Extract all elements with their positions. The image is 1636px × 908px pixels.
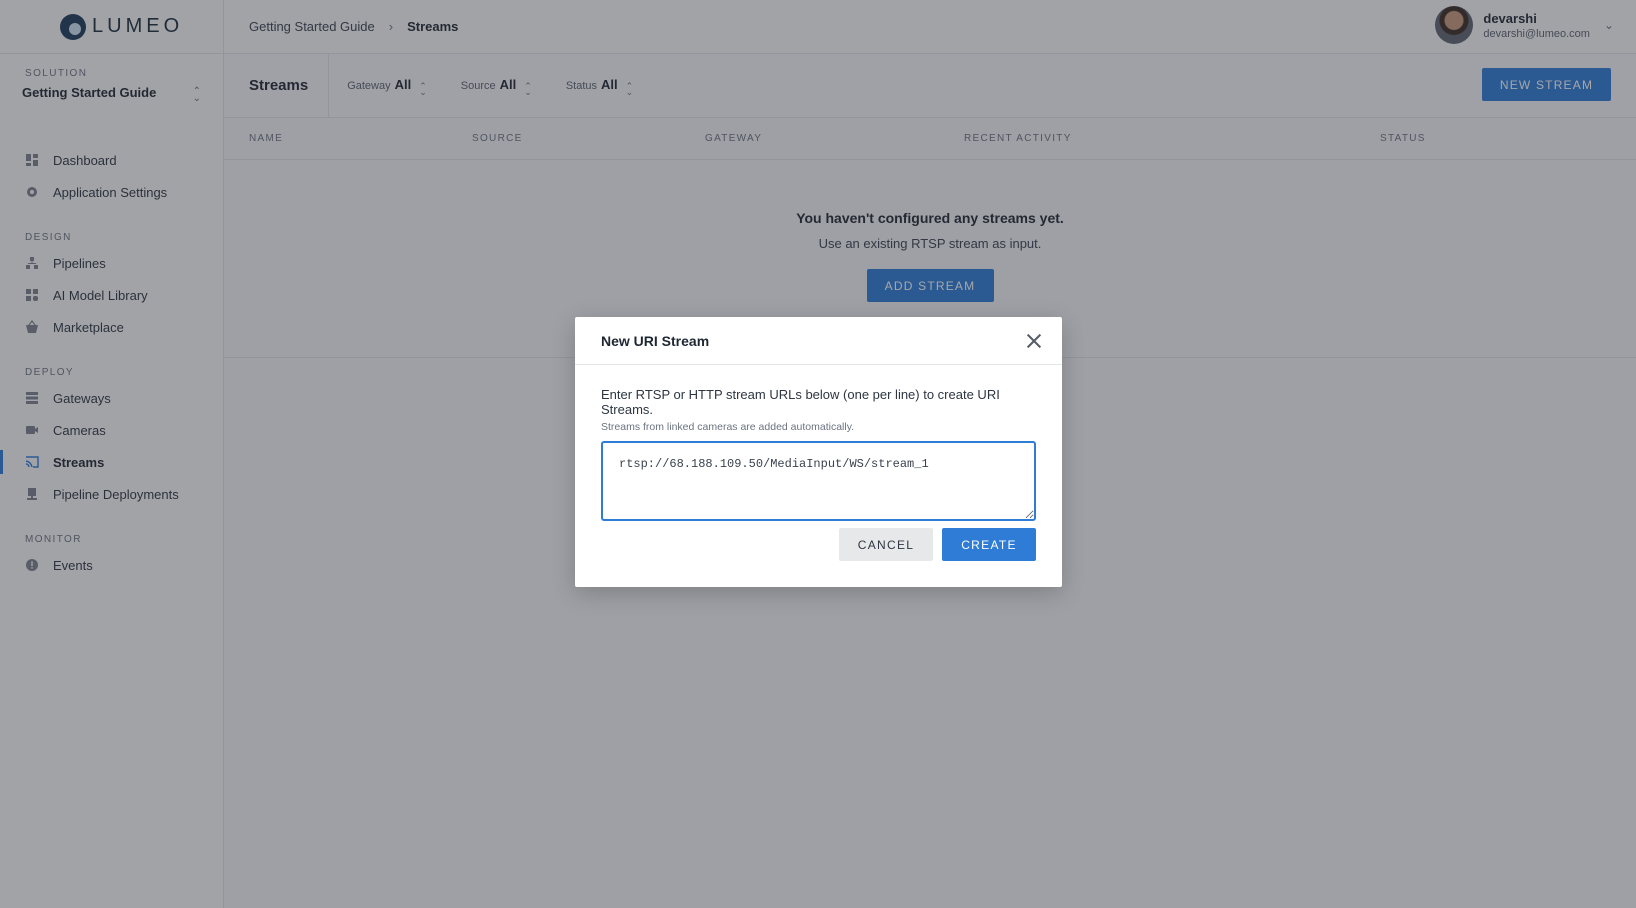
dialog-actions: CANCEL CREATE <box>839 528 1036 561</box>
close-icon[interactable] <box>1024 331 1044 351</box>
uri-input[interactable]: rtsp://68.188.109.50/MediaInput/WS/strea… <box>601 441 1036 521</box>
dialog-description: Enter RTSP or HTTP stream URLs below (on… <box>601 387 1000 417</box>
dialog-header: New URI Stream <box>575 317 1062 365</box>
dialog-title: New URI Stream <box>601 332 710 349</box>
new-uri-stream-dialog: New URI Stream Enter RTSP or HTTP stream… <box>575 317 1062 587</box>
dialog-body: Enter RTSP or HTTP stream URLs below (on… <box>575 365 1062 526</box>
create-button[interactable]: CREATE <box>942 528 1036 561</box>
dialog-hint: Streams from linked cameras are added au… <box>601 421 855 433</box>
cancel-button[interactable]: CANCEL <box>839 528 933 561</box>
